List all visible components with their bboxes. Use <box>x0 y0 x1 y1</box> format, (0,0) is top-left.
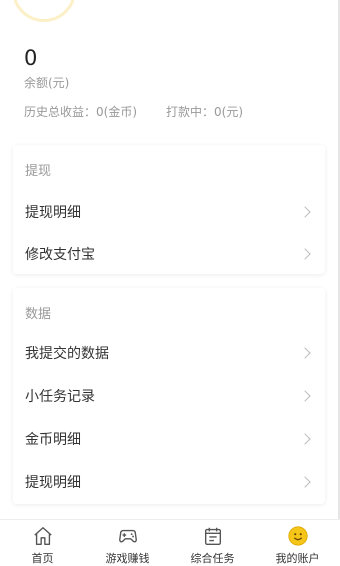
data-card: 数据 我提交的数据 小任务记录 金币明细 提现明细 <box>13 288 325 504</box>
row-label: 我提交的数据 <box>25 345 109 362</box>
row-label: 修改支付宝 <box>25 246 95 263</box>
withdraw-detail-row-2[interactable]: 提现明细 <box>13 460 325 503</box>
tab-label: 首页 <box>31 552 54 565</box>
tab-game-earn[interactable]: 游戏赚钱 <box>85 520 170 566</box>
chevron-right-icon <box>299 432 311 445</box>
change-alipay-row[interactable]: 修改支付宝 <box>13 232 325 275</box>
balance-value: 0 <box>24 46 38 70</box>
chevron-right-icon <box>299 475 311 488</box>
coin-detail-row[interactable]: 金币明细 <box>13 417 325 460</box>
total-income-stat: 历史总收益：0(金币) <box>24 105 137 119</box>
smiley-face-icon <box>287 526 308 546</box>
chevron-right-icon <box>299 389 311 402</box>
withdraw-detail-row[interactable]: 提现明细 <box>13 190 325 233</box>
tab-label: 综合任务 <box>190 552 235 565</box>
paying-stat: 打款中：0(元) <box>166 105 243 119</box>
avatar[interactable] <box>12 0 76 22</box>
tab-tasks[interactable]: 综合任务 <box>170 520 255 566</box>
row-label: 提现明细 <box>25 474 81 491</box>
tab-label: 我的账户 <box>275 552 320 565</box>
calendar-icon <box>204 527 221 545</box>
withdraw-card-title: 提现 <box>25 164 52 179</box>
data-card-title: 数据 <box>25 307 52 322</box>
home-icon <box>33 527 52 545</box>
row-label: 金币明细 <box>25 431 81 448</box>
submitted-data-row[interactable]: 我提交的数据 <box>13 331 325 374</box>
chevron-right-icon <box>299 205 311 218</box>
withdraw-card: 提现 提现明细 修改支付宝 <box>13 145 325 274</box>
chevron-right-icon <box>299 247 311 260</box>
chevron-right-icon <box>299 346 311 359</box>
balance-label: 余额(元) <box>24 76 70 90</box>
bottom-tab-bar: 首页 游戏赚钱 综合任务 我的账户 <box>0 519 340 566</box>
tab-label: 游戏赚钱 <box>105 552 150 565</box>
gamepad-icon <box>118 529 137 543</box>
row-label: 提现明细 <box>25 204 81 221</box>
row-label: 小任务记录 <box>25 388 95 405</box>
tab-home[interactable]: 首页 <box>0 520 85 566</box>
small-task-record-row[interactable]: 小任务记录 <box>13 374 325 417</box>
tab-my-account[interactable]: 我的账户 <box>255 520 340 566</box>
